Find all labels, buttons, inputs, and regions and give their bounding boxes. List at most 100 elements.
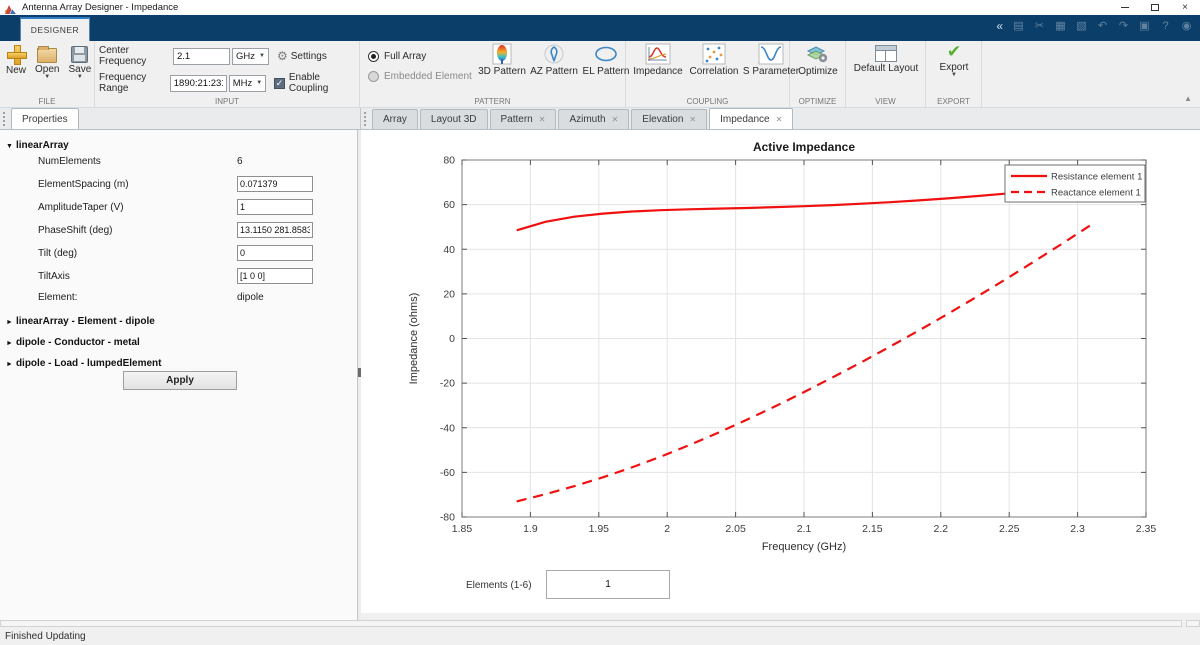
qat-collapse-icon[interactable]: «: [996, 19, 1003, 33]
svg-text:1.95: 1.95: [589, 523, 610, 535]
svg-text:40: 40: [443, 244, 455, 256]
tiltaxis-label: TiltAxis: [38, 271, 70, 282]
embedded-element-radio[interactable]: Embedded Element: [368, 71, 472, 82]
svg-text:80: 80: [443, 155, 455, 167]
save-dropdown-icon[interactable]: ▼: [77, 75, 83, 80]
tab-close-icon[interactable]: ✕: [776, 115, 783, 124]
tab-close-icon[interactable]: ✕: [539, 115, 546, 124]
full-array-radio[interactable]: Full Array: [368, 51, 472, 62]
svg-text:Resistance element 1: Resistance element 1: [1051, 172, 1142, 183]
3d-pattern-button[interactable]: 3D Pattern: [476, 43, 528, 77]
properties-tab-bar: Properties: [0, 108, 361, 130]
status-grip: [1186, 620, 1200, 627]
tab-layout-3d[interactable]: Layout 3D: [420, 109, 488, 129]
tilt-input[interactable]: [237, 245, 313, 261]
export-button[interactable]: ✔ Export ▼: [931, 43, 977, 78]
status-bar: Finished Updating: [0, 627, 1200, 645]
tab-close-icon[interactable]: ✕: [612, 115, 619, 124]
phaseshift-input[interactable]: [237, 222, 313, 238]
apply-button[interactable]: Apply: [123, 371, 237, 390]
ribbon-section-input: Center Frequency GHz ▼ ⚙ Settings Freque…: [95, 41, 360, 107]
save-icon[interactable]: ▤: [1011, 18, 1026, 33]
collapsed-arrow-icon: ►: [6, 319, 13, 326]
open-button[interactable]: Open ▼: [35, 44, 59, 80]
new-icon: [6, 44, 26, 64]
conductor-metal-section[interactable]: ►dipole - Conductor - metal: [6, 337, 140, 348]
paste-icon[interactable]: ▧: [1074, 18, 1089, 33]
tab-properties[interactable]: Properties: [11, 108, 79, 129]
quick-access-toolbar: « ▤ ✂ ▦ ▧ ↶ ↷ ▣ ? ◉: [996, 18, 1194, 33]
svg-text:2.1: 2.1: [797, 523, 812, 535]
tab-pattern[interactable]: Pattern✕: [490, 109, 557, 129]
settings-gear-icon[interactable]: ⚙: [277, 49, 288, 63]
svg-text:2.3: 2.3: [1070, 523, 1085, 535]
radio-unselected-icon: [368, 71, 379, 82]
amplitudetaper-input[interactable]: [237, 199, 313, 215]
tab-close-icon[interactable]: ✕: [689, 115, 696, 124]
maximize-button[interactable]: [1140, 0, 1170, 15]
impedance-button[interactable]: Impedance: [630, 43, 686, 77]
elements-input[interactable]: [546, 570, 670, 599]
optimize-icon: [805, 43, 831, 65]
community-icon[interactable]: ◉: [1179, 18, 1194, 33]
el-pattern-icon: [593, 43, 619, 65]
tab-impedance[interactable]: Impedance✕: [709, 108, 793, 129]
drag-handle-icon[interactable]: [3, 112, 7, 126]
el-pattern-button[interactable]: EL Pattern: [580, 43, 632, 77]
element-label: Element:: [38, 292, 77, 303]
document-tab-bar: Array Layout 3D Pattern✕ Azimuth✕ Elevat…: [361, 108, 1200, 130]
svg-text:2.25: 2.25: [999, 523, 1020, 535]
new-button[interactable]: New: [6, 44, 26, 80]
collapse-ribbon-icon[interactable]: ▲: [1184, 94, 1192, 103]
correlation-button[interactable]: Correlation: [686, 43, 742, 77]
element-dipole-section[interactable]: ►linearArray - Element - dipole: [6, 316, 155, 327]
enable-coupling-label: Enable Coupling: [289, 72, 359, 94]
minimize-button[interactable]: [1110, 0, 1140, 15]
tab-designer[interactable]: DESIGNER: [20, 17, 90, 41]
svg-text:0: 0: [449, 333, 455, 345]
collapsed-arrow-icon: ►: [6, 361, 13, 368]
az-pattern-button[interactable]: AZ Pattern: [528, 43, 580, 77]
save-button[interactable]: Save ▼: [68, 44, 91, 80]
antenna-array-designer-window: Antenna Array Designer - Impedance × DES…: [0, 0, 1200, 645]
tab-array[interactable]: Array: [372, 109, 418, 129]
open-dropdown-icon[interactable]: ▼: [44, 75, 50, 80]
frequency-range-input[interactable]: [170, 75, 227, 92]
svg-text:2.15: 2.15: [862, 523, 883, 535]
az-pattern-icon: [541, 43, 567, 65]
optimize-button[interactable]: Optimize: [795, 43, 841, 77]
phaseshift-label: PhaseShift (deg): [38, 225, 113, 236]
input-section-label: INPUT: [95, 97, 359, 106]
default-layout-button[interactable]: Default Layout: [851, 43, 921, 74]
tab-elevation[interactable]: Elevation✕: [631, 109, 707, 129]
center-frequency-unit-select[interactable]: GHz ▼: [232, 48, 269, 65]
copy-icon[interactable]: ▦: [1053, 18, 1068, 33]
svg-text:Reactance element 1: Reactance element 1: [1051, 188, 1141, 199]
redo-icon[interactable]: ↷: [1116, 18, 1131, 33]
svg-text:2: 2: [664, 523, 670, 535]
optimize-section-label: OPTIMIZE: [790, 97, 845, 106]
help-icon[interactable]: ?: [1158, 18, 1173, 33]
element-value: dipole: [237, 292, 264, 303]
lineararray-group-header[interactable]: ▼linearArray: [6, 140, 69, 151]
ribbon-section-export: ✔ Export ▼ EXPORT: [926, 41, 982, 107]
center-frequency-input[interactable]: [173, 48, 230, 65]
close-button[interactable]: ×: [1170, 0, 1200, 15]
tab-azimuth[interactable]: Azimuth✕: [558, 109, 629, 129]
windows-icon[interactable]: ▣: [1137, 18, 1152, 33]
settings-label[interactable]: Settings: [291, 51, 327, 62]
tiltaxis-input[interactable]: [237, 268, 313, 284]
3d-pattern-icon: [489, 43, 515, 65]
frequency-range-unit-select[interactable]: MHz ▼: [229, 75, 266, 92]
elementspacing-input[interactable]: [237, 176, 313, 192]
numelements-label: NumElements: [38, 156, 101, 167]
cut-icon[interactable]: ✂: [1032, 18, 1047, 33]
load-lumpedelement-section[interactable]: ►dipole - Load - lumpedElement: [6, 358, 162, 369]
export-dropdown-icon[interactable]: ▼: [951, 73, 957, 78]
svg-text:1.85: 1.85: [452, 523, 473, 535]
drag-handle-icon[interactable]: [364, 112, 368, 126]
undo-icon[interactable]: ↶: [1095, 18, 1110, 33]
svg-text:-20: -20: [440, 378, 455, 390]
frequency-range-label: Frequency Range: [99, 72, 170, 94]
enable-coupling-checkbox[interactable]: ✓: [274, 78, 285, 89]
